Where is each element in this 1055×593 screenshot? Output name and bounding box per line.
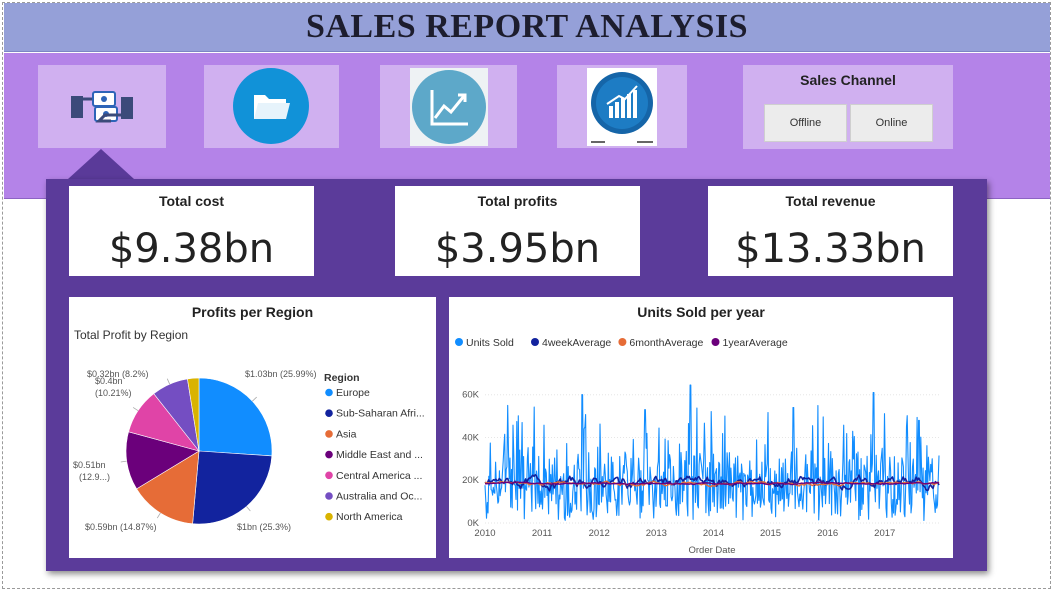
legend-marker	[325, 409, 333, 417]
series-line-units sold	[484, 384, 940, 522]
x-tick-label: 2011	[532, 528, 552, 539]
pie-legend-item: Sub-Saharan Afri...	[336, 408, 425, 420]
pie-leader-line	[132, 407, 139, 412]
line-legend-item: 6monthAverage	[629, 337, 703, 349]
y-tick-label: 40K	[462, 432, 480, 443]
pie-chart: $1.03bn (25.99%) $1bn (25.3%) $0.59bn (14.…	[73, 369, 425, 532]
pie-chart-card: Profits per Region Total Profit by Regio…	[69, 297, 436, 558]
x-tick-label: 2014	[703, 528, 724, 539]
pie-leader-line	[156, 512, 161, 519]
pie-data-label: $0.59bn (14.87%)	[85, 522, 157, 532]
kpi-value: $9.38bn	[108, 226, 275, 272]
nav-tile-trend[interactable]	[380, 65, 517, 148]
pie-slice	[192, 450, 273, 525]
x-tick-label: 2017	[874, 528, 895, 539]
legend-marker	[711, 338, 720, 346]
line-chart-card: Units Sold per year Units Sold 4weekAvera…	[449, 297, 953, 558]
bar-chart-icon	[587, 68, 657, 146]
active-tab-caret	[68, 149, 134, 179]
money-exchange-icon	[71, 91, 133, 123]
kpi-card-total-cost: Total cost $9.38bn	[69, 186, 314, 276]
pie-legend-item: North America	[336, 511, 403, 523]
legend-marker	[325, 471, 333, 480]
pie-leader-line	[246, 506, 251, 512]
pie-leader-line	[120, 460, 127, 463]
x-axis-title: Order Date	[689, 545, 736, 556]
nav-tile-folder[interactable]	[204, 65, 339, 148]
nav-tile-money[interactable]	[38, 65, 166, 148]
y-tick-label: 20K	[462, 475, 480, 486]
legend-marker	[325, 388, 333, 397]
pie-data-label: $0.32bn (8.2%)	[87, 369, 149, 379]
kpi-value: $3.95bn	[434, 226, 601, 272]
pie-legend-item: Asia	[336, 428, 357, 440]
kpi-label: Total revenue	[785, 193, 876, 209]
x-tick-label: 2015	[760, 528, 781, 539]
folder-icon	[233, 68, 309, 144]
pie-leader-line	[166, 378, 171, 385]
kpi-label: Total profits	[477, 193, 558, 209]
pie-leader-line	[252, 396, 257, 402]
pie-data-label: $0.4bn (10.21%)	[95, 376, 132, 398]
sales-channel-slicer: Sales Channel Offline Online	[743, 65, 953, 149]
legend-marker	[455, 338, 463, 346]
line-chart: Units Sold 4weekAverage 6monthAverage 1year…	[455, 337, 940, 556]
sales-channel-title: Sales Channel	[800, 72, 896, 88]
x-tick-label: 2016	[817, 528, 838, 539]
page-title: SALES REPORT ANALYSIS	[305, 8, 749, 45]
nav-tile-barchart[interactable]	[557, 65, 687, 148]
pie-legend-item: Australia and Oc...	[336, 491, 422, 503]
pie-data-label: $0.51bn (12.9...)	[73, 460, 110, 482]
pie-data-label: $1.03bn (25.99%)	[245, 369, 317, 379]
legend-marker	[325, 492, 333, 500]
x-tick-label: 2013	[646, 528, 667, 539]
kpi-card-total-revenue: Total revenue $13.33bn	[708, 186, 953, 276]
pie-legend-title: Region	[324, 372, 360, 384]
legend-marker	[325, 450, 333, 459]
x-tick-label: 2010	[474, 528, 495, 539]
pie-slice	[198, 377, 273, 457]
legend-marker	[325, 430, 333, 438]
pie-legend-item: Central America ...	[336, 470, 422, 482]
line-legend-item: 4weekAverage	[542, 337, 611, 349]
x-tick-label: 2012	[589, 528, 610, 539]
pie-legend-item: Middle East and ...	[336, 449, 423, 461]
legend-marker	[531, 338, 539, 346]
pie-legend-item: Europe	[336, 387, 370, 399]
kpi-label: Total cost	[158, 193, 225, 209]
kpi-value: $13.33bn	[735, 226, 926, 272]
trend-up-icon	[410, 68, 488, 146]
pie-data-label: $1bn (25.3%)	[237, 522, 291, 532]
header-bar: SALES REPORT ANALYSIS	[4, 3, 1050, 52]
line-legend-item: Units Sold	[466, 337, 514, 349]
legend-marker	[618, 338, 627, 346]
legend-marker	[325, 512, 333, 521]
kpi-card-total-profits: Total profits $3.95bn	[395, 186, 640, 276]
online-button[interactable]: Online	[850, 104, 933, 142]
offline-button[interactable]: Offline	[764, 104, 847, 142]
y-tick-label: 60K	[462, 390, 480, 401]
line-legend-item: 1yearAverage	[723, 337, 788, 349]
